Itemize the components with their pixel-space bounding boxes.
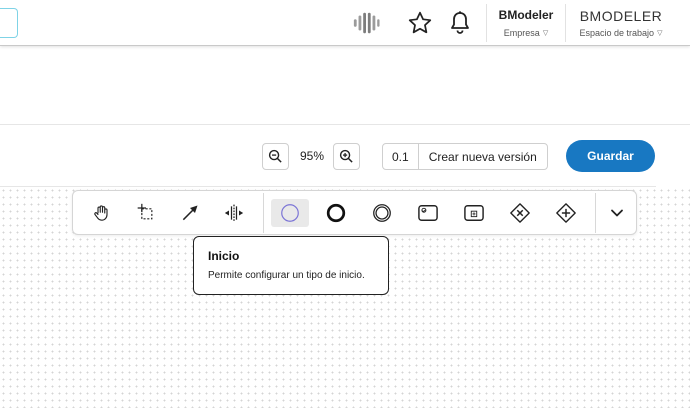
company-name: BModeler xyxy=(498,8,554,22)
space-tool-icon xyxy=(224,204,244,222)
exclusive-gateway-icon xyxy=(510,203,530,223)
tooltip-title: Inicio xyxy=(208,249,240,263)
intermediate-event-icon xyxy=(373,204,391,222)
end-event-icon xyxy=(326,203,346,223)
caret-down-icon: ▽ xyxy=(542,30,549,37)
zoom-in-icon xyxy=(339,149,353,163)
exclusive-gateway-tool[interactable] xyxy=(501,199,539,227)
tool-tooltip: Inicio Permite configurar un tipo de ini… xyxy=(193,236,389,295)
more-tools-button[interactable] xyxy=(598,199,636,227)
divider xyxy=(0,124,690,125)
lasso-tool[interactable] xyxy=(127,199,165,227)
space-tool[interactable] xyxy=(215,199,253,227)
divider xyxy=(565,4,566,42)
top-bar: BModeler Empresa ▽ BMODELER Espacio de t… xyxy=(0,0,690,46)
company-selector[interactable]: BModeler Empresa ▽ xyxy=(494,8,558,38)
subprocess-tool[interactable] xyxy=(455,199,493,227)
caret-down-icon: ▽ xyxy=(657,30,663,37)
create-version-button[interactable]: Crear nueva versión xyxy=(419,150,547,164)
workspace-name: BMODELER xyxy=(579,8,663,24)
divider xyxy=(595,193,596,233)
search-input[interactable] xyxy=(0,8,18,38)
workspace-selector[interactable]: BMODELER Espacio de trabajo ▽ xyxy=(571,8,671,38)
divider xyxy=(486,4,487,42)
parallel-gateway-icon xyxy=(556,203,576,223)
start-event-tool[interactable] xyxy=(271,199,309,227)
version-control: 0.1 Crear nueva versión xyxy=(382,143,548,170)
bell-icon[interactable] xyxy=(446,9,474,37)
start-event-icon xyxy=(281,204,299,222)
save-button[interactable]: Guardar xyxy=(566,140,655,172)
arrow-connect-icon xyxy=(182,205,198,221)
subprocess-icon xyxy=(464,205,484,221)
intermediate-event-tool[interactable] xyxy=(363,199,401,227)
zoom-in-button[interactable] xyxy=(333,143,360,170)
end-event-tool[interactable] xyxy=(317,199,355,227)
tool-palette xyxy=(72,190,637,235)
zoom-level: 95% xyxy=(299,149,325,163)
task-icon xyxy=(418,205,438,221)
lasso-select-icon xyxy=(137,203,153,220)
company-label: Empresa xyxy=(503,28,540,38)
connect-tool[interactable] xyxy=(171,199,209,227)
divider xyxy=(263,193,264,233)
zoom-out-icon xyxy=(268,149,282,163)
zoom-out-button[interactable] xyxy=(262,143,289,170)
workspace-label: Espacio de trabajo xyxy=(579,28,655,38)
star-icon[interactable] xyxy=(406,9,434,37)
task-tool[interactable] xyxy=(409,199,447,227)
chevron-down-icon xyxy=(611,209,623,217)
hand-tool[interactable] xyxy=(82,199,120,227)
version-number: 0.1 xyxy=(383,144,419,169)
hand-icon xyxy=(94,205,108,221)
brand-logo-icon[interactable] xyxy=(352,9,380,37)
tooltip-text: Permite configurar un tipo de inicio. xyxy=(208,270,365,281)
parallel-gateway-tool[interactable] xyxy=(547,199,585,227)
